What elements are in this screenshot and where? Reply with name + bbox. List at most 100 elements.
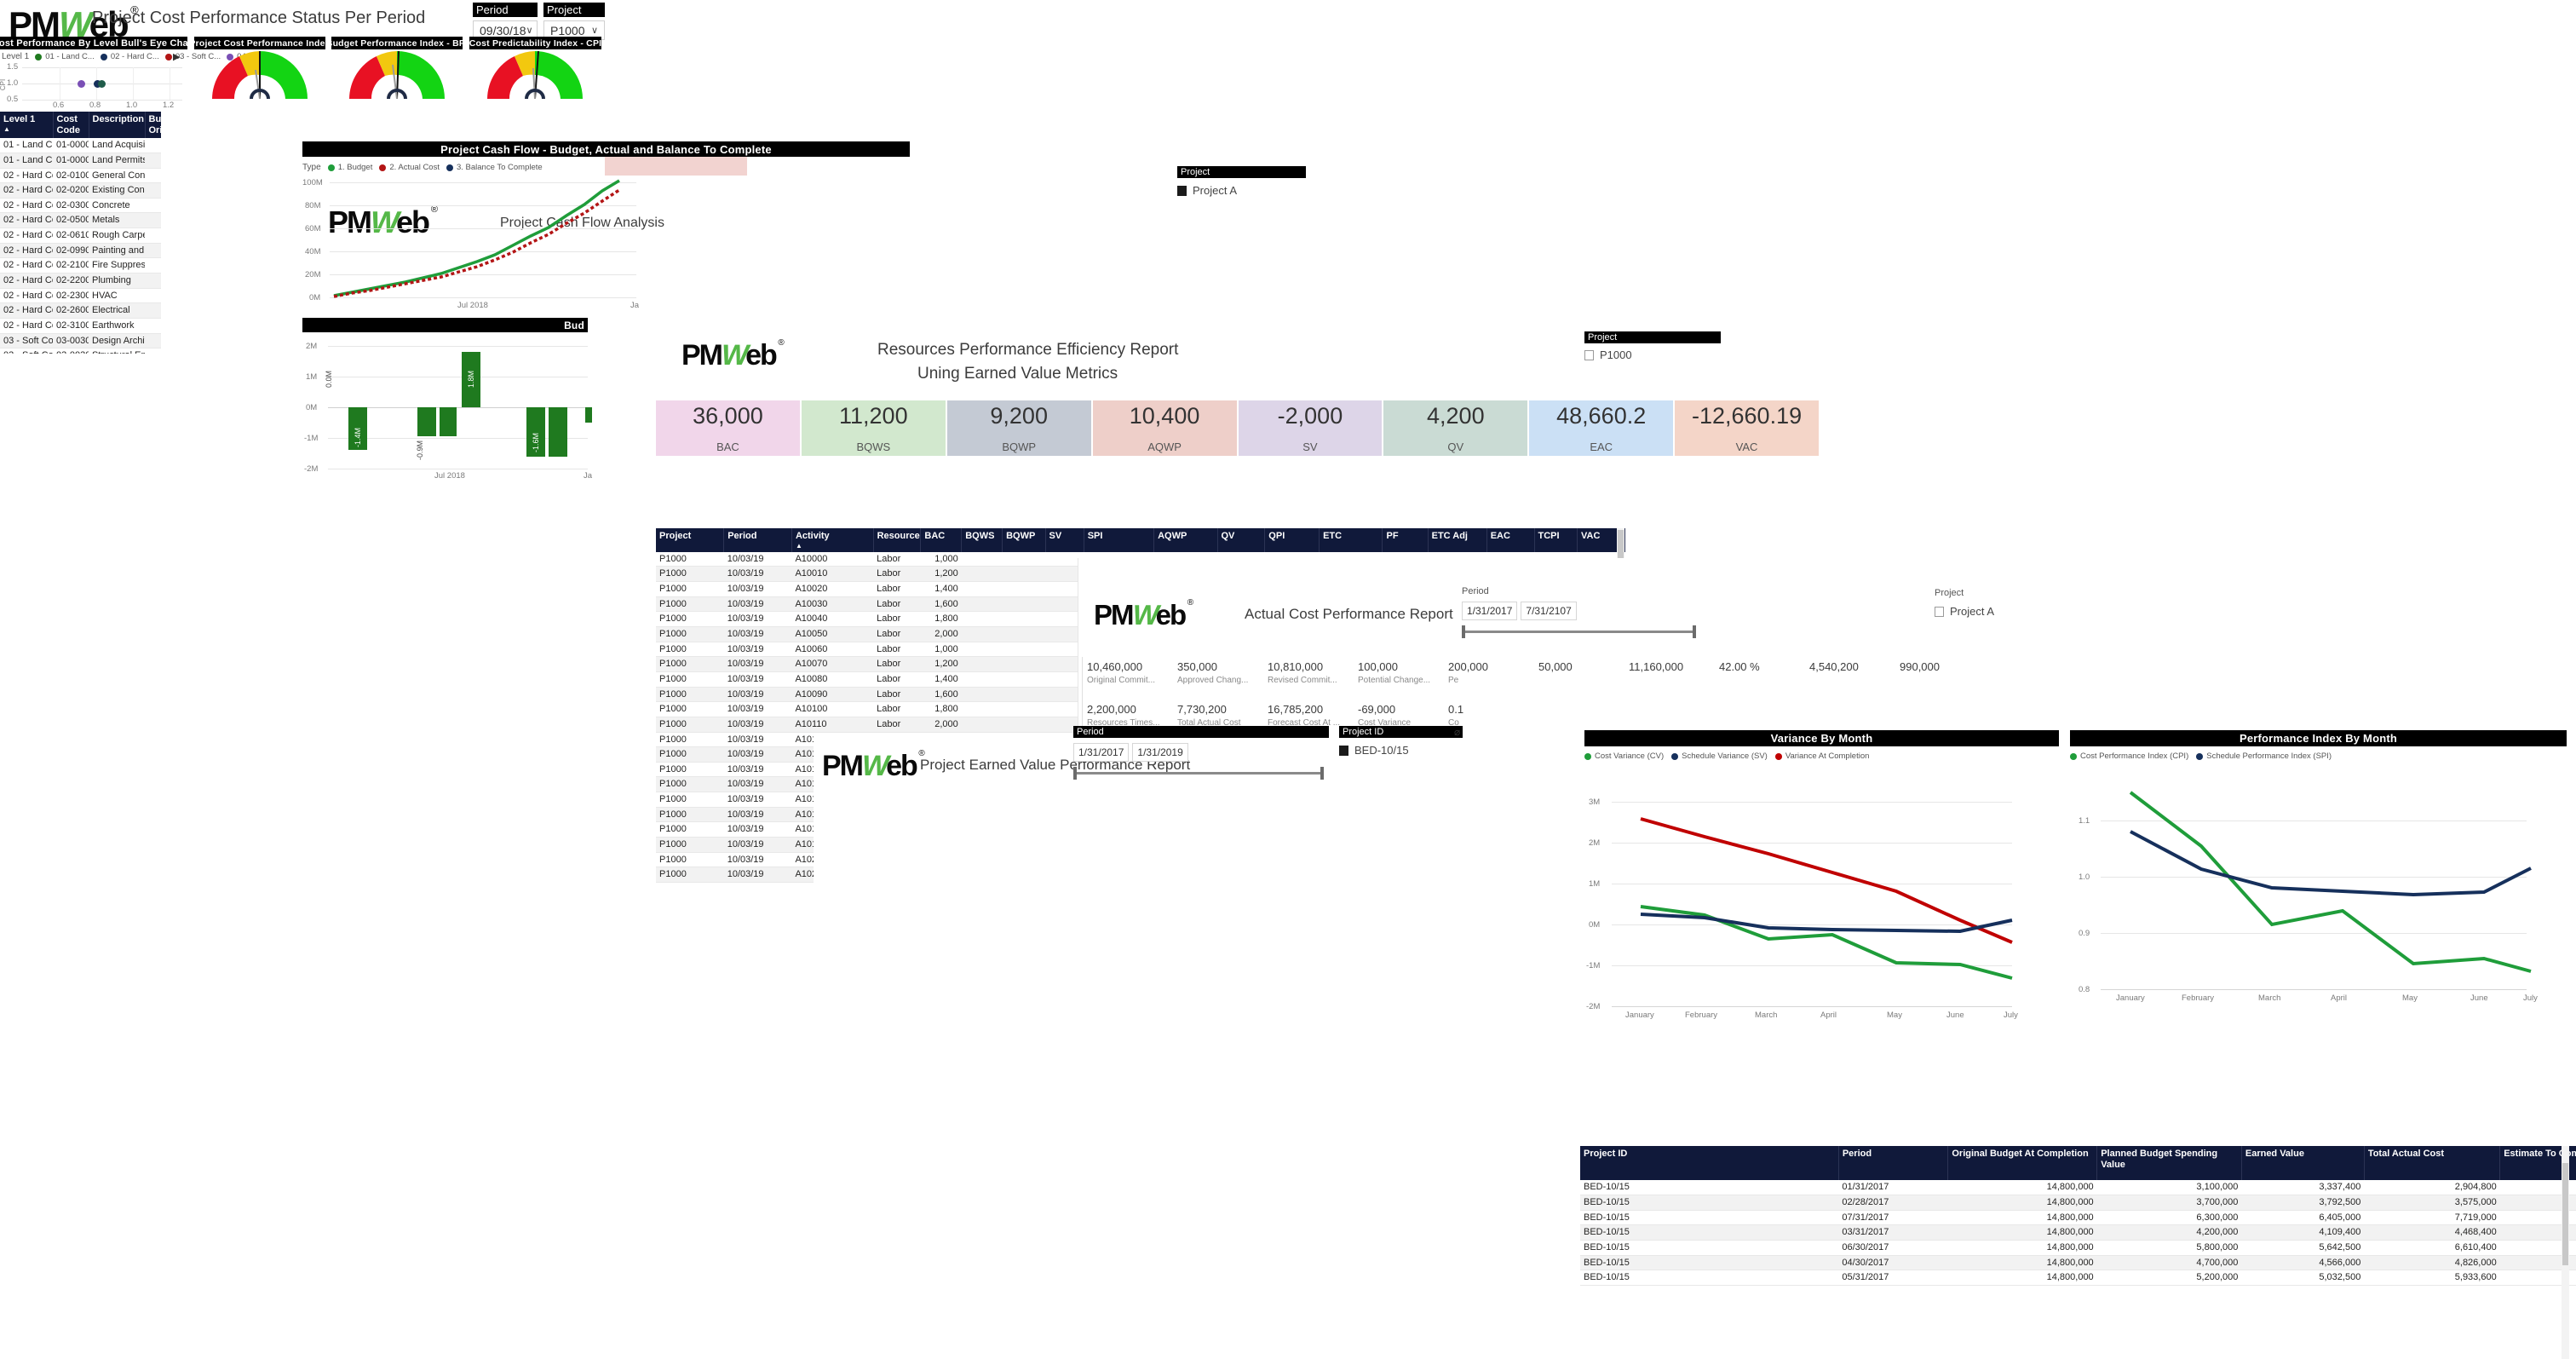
table-row[interactable]: BED-10/15 02/28/2017 14,800,000 3,700,000 3,… (1580, 1195, 2576, 1211)
table-cell: 5,200,000 (2096, 1270, 2242, 1286)
cashflow-project-slicer[interactable]: Project Project A (1177, 166, 1306, 197)
table-row[interactable]: 02 - Hard Costs02-260000Electrical (0, 302, 161, 319)
table-row[interactable]: 02 - Hard Costs02-020000Existing Conditi… (0, 182, 161, 199)
resources-slicer-item[interactable]: P1000 (1584, 348, 1721, 361)
eraser-icon[interactable]: ⌀ (1454, 726, 1460, 738)
column-header[interactable]: ETC Adj (1428, 528, 1487, 552)
bullseye-point-ffe[interactable] (78, 80, 85, 88)
column-header[interactable]: BQWS (961, 528, 1003, 552)
slicer-project[interactable]: Project P1000 ∨ (543, 3, 605, 40)
slicer-period[interactable]: Period 09/30/18 ∨ (473, 3, 538, 40)
table-cell: 2,904,800 (2364, 1180, 2500, 1196)
ev-project-id-item[interactable]: BED-10/15 (1339, 744, 1463, 757)
column-header[interactable]: Planned Budget Spending Value (2096, 1146, 2242, 1181)
actual-cost-slicer-item[interactable]: Project A (1935, 605, 2037, 618)
column-header[interactable]: Project (656, 528, 725, 552)
checkbox-icon[interactable] (1584, 349, 1594, 360)
table-row[interactable]: BED-10/15 06/30/2017 14,800,000 5,800,000 5,… (1580, 1240, 2576, 1256)
column-header[interactable]: Period (1838, 1146, 1949, 1181)
kpi-card-bqwp[interactable]: 9,200 BQWP (946, 400, 1091, 456)
column-header[interactable]: Earned Value (2241, 1146, 2365, 1181)
table-row[interactable]: 02 - Hard Costs02-210000Fire Suppression (0, 257, 161, 274)
table-row[interactable]: BED-10/15 07/31/2017 14,800,000 6,300,000 6,… (1580, 1210, 2576, 1226)
cashflow-slicer-item[interactable]: Project A (1177, 184, 1306, 197)
period-to-input[interactable]: 7/31/2107 (1521, 602, 1577, 620)
ev-period-slicer[interactable]: Period 1/31/2017 1/31/2019 (1073, 726, 1329, 780)
table-row[interactable]: 03 - Soft Costs03-003000Design Architect (0, 333, 161, 349)
earned-value-performance-table[interactable]: Project ID Period Original Budget At Compl… (1580, 1146, 2576, 1359)
column-header[interactable]: Activity ▲ (791, 528, 874, 552)
cost-code-table[interactable]: Level 1▲Cost CodeDescriptionBudget Origi… (0, 112, 161, 354)
kpi-card-qv[interactable]: 4,200 QV (1383, 400, 1528, 456)
variance-bar[interactable] (417, 407, 436, 436)
slider-handle-right[interactable] (1693, 625, 1696, 638)
checkbox-icon[interactable] (1935, 606, 1944, 617)
table-cell: P1000 (656, 642, 724, 658)
variance-bar[interactable] (585, 407, 592, 423)
column-header[interactable]: Level 1 ▲ (0, 112, 54, 139)
period-range-slider[interactable] (1462, 625, 1696, 638)
ev-project-id-slicer[interactable]: Project ID BED-10/15 (1339, 726, 1463, 757)
column-header[interactable]: BAC (920, 528, 963, 552)
table-row[interactable]: BED-10/15 03/31/2017 14,800,000 4,200,000 4,… (1580, 1224, 2576, 1241)
column-header[interactable]: Cost Code (53, 112, 89, 139)
variance-bar[interactable] (549, 407, 567, 457)
pmweb-logo-3: PMWeb ® (681, 338, 785, 372)
table-cell: 10/03/19 (723, 821, 792, 838)
bullseye-point-soft[interactable] (98, 80, 106, 88)
actual-cost-period-slicer[interactable]: Period 1/31/2017 7/31/2107 (1462, 586, 1700, 638)
column-header[interactable]: QPI (1264, 528, 1320, 552)
column-header[interactable]: AQWP (1153, 528, 1218, 552)
resources-project-slicer[interactable]: Project P1000 (1584, 331, 1721, 361)
kpi-card-eac[interactable]: 48,660.2 EAC (1529, 400, 1674, 456)
column-header[interactable]: Project ID (1580, 1146, 1839, 1181)
column-header[interactable]: ETC (1319, 528, 1383, 552)
table-cell: 10/03/19 (723, 626, 792, 642)
kpi-card-bac[interactable]: 36,000 BAC (656, 400, 800, 456)
actual-cost-project-slicer[interactable]: Project Project A (1935, 588, 2037, 618)
ev-period-range-slider[interactable] (1073, 767, 1324, 780)
checkbox-icon[interactable] (1339, 745, 1348, 756)
table-row[interactable]: 02 - Hard Costs02-030000Concrete (0, 198, 161, 214)
column-header[interactable]: EAC (1486, 528, 1535, 552)
evp-table-scrollbar[interactable] (2562, 1146, 2569, 1359)
column-header[interactable]: Description (89, 112, 146, 139)
table-row[interactable]: 02 - Hard Costs02-099000Painting and Coa… (0, 243, 161, 259)
table-row[interactable]: 02 - Hard Costs02-310000Earthwork (0, 318, 161, 334)
table-row[interactable]: 02 - Hard Costs02-220000Plumbing (0, 273, 161, 289)
column-header[interactable]: SV (1045, 528, 1084, 552)
checkbox-icon[interactable] (1177, 185, 1187, 196)
column-header[interactable]: Period (723, 528, 792, 552)
table-row[interactable]: BED-10/15 05/31/2017 14,800,000 5,200,000 5,… (1580, 1270, 2576, 1286)
variance-bar[interactable] (440, 407, 457, 436)
table-row[interactable]: BED-10/15 04/30/2017 14,800,000 4,700,000 4,… (1580, 1255, 2576, 1271)
column-header[interactable]: QV (1217, 528, 1266, 552)
table-row[interactable]: 02 - Hard Costs02-010002General Conditio… (0, 168, 161, 184)
slider-handle-right[interactable] (1320, 767, 1324, 780)
table-row[interactable]: BED-10/15 01/31/2017 14,800,000 3,100,000 3,… (1580, 1180, 2576, 1196)
column-header[interactable]: Budget Original (145, 112, 161, 139)
table-row[interactable]: 03 - Soft Costs03-003008Structural Engin… (0, 348, 161, 354)
column-header[interactable]: BQWP (1002, 528, 1046, 552)
column-header[interactable]: TCPI (1534, 528, 1578, 552)
kpi-card-aqwp[interactable]: 10,400 AQWP (1092, 400, 1237, 456)
table-row[interactable]: 02 - Hard Costs02-050000Metals (0, 212, 161, 229)
column-header[interactable]: SPI (1084, 528, 1155, 552)
table-cell: 02 - Hard Costs (0, 302, 53, 319)
table-row[interactable]: 01 - Land Costs01-000001Land Acquisition (0, 138, 161, 153)
ev-period-to-input[interactable]: 1/31/2019 (1132, 743, 1188, 762)
table-row[interactable]: 02 - Hard Costs02-230000HVAC (0, 288, 161, 304)
slider-handle-left[interactable] (1462, 625, 1465, 638)
period-from-input[interactable]: 1/31/2017 (1462, 602, 1518, 620)
table-row[interactable]: 02 - Hard Costs02-061000Rough Carpentry (0, 227, 161, 244)
slider-handle-left[interactable] (1073, 767, 1077, 780)
kpi-card-sv[interactable]: -2,000 SV (1238, 400, 1383, 456)
kpi-card-vac[interactable]: -12,660.19 VAC (1675, 400, 1819, 456)
kpi-card-bqws[interactable]: 11,200 BQWS (801, 400, 946, 456)
ev-period-from-input[interactable]: 1/31/2017 (1073, 743, 1130, 762)
table-row[interactable]: 01 - Land Costs01-000002Land Permits and… (0, 153, 161, 169)
column-header[interactable]: Resource (873, 528, 922, 552)
column-header[interactable]: PF (1382, 528, 1429, 552)
column-header[interactable]: Total Actual Cost (2364, 1146, 2501, 1181)
column-header[interactable]: Original Budget At Completion (1947, 1146, 2098, 1181)
